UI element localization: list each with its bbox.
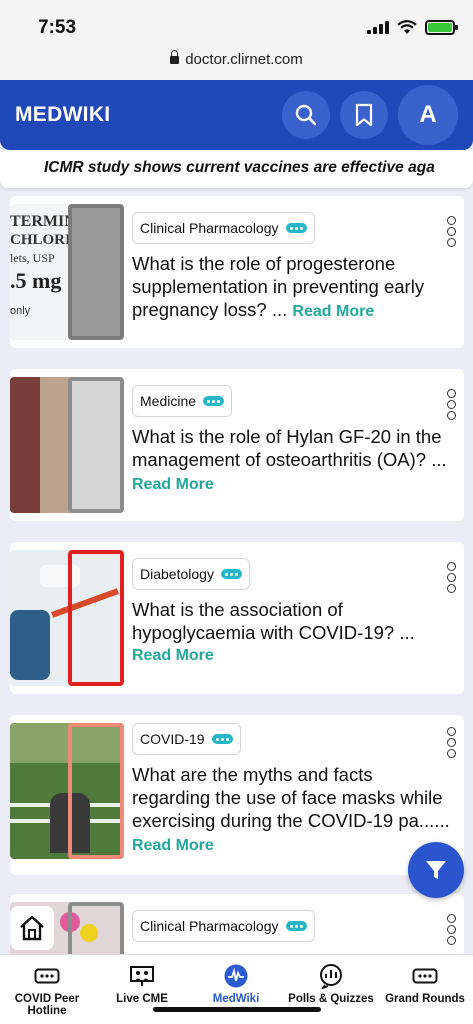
more-dots-icon (285, 921, 307, 931)
read-more-link[interactable]: Read More (132, 837, 214, 854)
bookmark-icon (355, 103, 373, 127)
ticket-icon (412, 968, 438, 984)
category-chip[interactable]: Clinical Pharmacology (132, 910, 315, 942)
home-icon (20, 915, 44, 941)
read-more-link[interactable]: Read More (292, 303, 374, 320)
lock-icon (170, 50, 180, 64)
svg-text:lets, USP: lets, USP (10, 251, 55, 265)
home-button[interactable] (10, 906, 54, 950)
nav-polls-quizzes[interactable]: Polls & Quizzes (286, 963, 376, 1005)
article-title[interactable]: What are the myths and facts regarding t… (132, 763, 450, 857)
filter-button[interactable] (408, 842, 464, 898)
article-title-text: What is the role of progesterone supplem… (132, 253, 425, 320)
app-header: MEDWIKI A (0, 80, 473, 150)
svg-text:.5 mg: .5 mg (10, 268, 61, 293)
nav-covid-peer-hotline[interactable]: COVID Peer Hotline (8, 963, 86, 1017)
bottom-nav: COVID Peer Hotline Live CME MedWiki Poll… (0, 954, 473, 1024)
more-dots-icon (220, 569, 242, 579)
read-more-link[interactable]: Read More (132, 476, 214, 493)
search-icon (295, 104, 317, 126)
nav-medwiki[interactable]: MedWiki (198, 963, 274, 1005)
news-ticker[interactable]: ICMR study shows current vaccines are ef… (0, 150, 473, 188)
svg-text:only: only (10, 305, 31, 317)
medwiki-icon (224, 964, 248, 988)
url-text: doctor.clirnet.com (185, 51, 303, 68)
article-thumbnail: TERMINE CHLORIDE lets, USP .5 mg only (10, 204, 124, 340)
article-title[interactable]: What is the association of hypoglycaemia… (132, 598, 450, 667)
status-bar: 7:53 (0, 0, 473, 46)
category-label: Clinical Pharmacology (140, 220, 279, 236)
kebab-menu-icon[interactable] (446, 914, 456, 945)
avatar[interactable]: A (398, 85, 458, 145)
article-title-text: What is the role of Hylan GF-20 in the m… (132, 426, 447, 470)
read-more-link[interactable]: Read More (132, 644, 450, 667)
ticket-icon (34, 968, 60, 984)
category-label: COVID-19 (140, 731, 205, 747)
category-label: Clinical Pharmacology (140, 918, 279, 934)
ticker-text: ICMR study shows current vaccines are ef… (44, 159, 435, 176)
nav-grand-rounds[interactable]: Grand Rounds (384, 963, 466, 1005)
poll-icon (320, 964, 342, 989)
battery-icon (425, 20, 458, 35)
feed-card[interactable]: TERMINE CHLORIDE lets, USP .5 mg only Cl… (10, 196, 464, 348)
kebab-menu-icon[interactable] (446, 562, 456, 593)
category-chip[interactable]: COVID-19 (132, 723, 241, 755)
home-indicator[interactable] (153, 1007, 321, 1012)
nav-label: Polls & Quizzes (288, 993, 374, 1005)
nav-label: MedWiki (212, 993, 260, 1005)
nav-label: Live CME (116, 993, 168, 1005)
presentation-icon (130, 966, 154, 986)
category-chip[interactable]: Medicine (132, 385, 233, 417)
category-chip[interactable]: Clinical Pharmacology (132, 212, 315, 244)
article-title-text: What is the association of hypoglycaemia… (132, 599, 415, 643)
feed-card[interactable]: Clinical Pharmacology (10, 894, 464, 956)
brand-title[interactable]: MEDWIKI (15, 103, 110, 127)
kebab-menu-icon[interactable] (446, 216, 456, 247)
feed-card[interactable]: Medicine What is the role of Hylan GF-20… (10, 369, 464, 521)
wifi-icon (397, 20, 417, 34)
search-button[interactable] (282, 91, 330, 139)
article-thumbnail (10, 550, 124, 686)
system-icons (367, 20, 458, 35)
kebab-menu-icon[interactable] (446, 727, 456, 758)
kebab-menu-icon[interactable] (446, 389, 456, 420)
category-label: Diabetology (140, 566, 214, 582)
article-title[interactable]: What is the role of Hylan GF-20 in the m… (132, 425, 450, 496)
article-thumbnail (10, 723, 124, 859)
bookmark-button[interactable] (340, 91, 388, 139)
more-dots-icon (211, 734, 233, 744)
article-thumbnail (10, 377, 124, 513)
article-title[interactable]: What is the role of progesterone supplem… (132, 252, 450, 323)
nav-live-cme[interactable]: Live CME (104, 963, 180, 1005)
feed-card[interactable]: Diabetology What is the association of h… (10, 542, 464, 694)
more-dots-icon (285, 223, 307, 233)
category-label: Medicine (140, 393, 197, 409)
signal-icon (367, 21, 389, 34)
nav-label: COVID Peer Hotline (14, 993, 80, 1017)
feed-card[interactable]: COVID-19 What are the myths and facts re… (10, 715, 464, 875)
url-bar[interactable]: doctor.clirnet.com (0, 46, 473, 80)
nav-label: Grand Rounds (385, 993, 465, 1005)
status-time: 7:53 (38, 17, 77, 38)
category-chip[interactable]: Diabetology (132, 558, 250, 590)
filter-icon (426, 861, 446, 879)
more-dots-icon (203, 396, 225, 406)
article-title-text: What are the myths and facts regarding t… (132, 764, 450, 831)
